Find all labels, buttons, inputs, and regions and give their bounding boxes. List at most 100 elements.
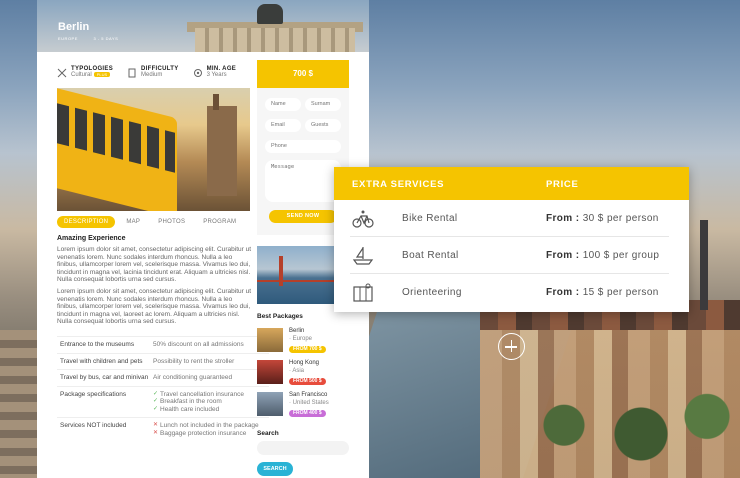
brandenburg-gate xyxy=(195,28,355,52)
church xyxy=(207,106,237,196)
tab-photos[interactable]: PHOTOS xyxy=(151,216,192,228)
plus-icon[interactable] xyxy=(498,333,525,360)
included-item: Health care included xyxy=(153,406,269,414)
included-item: Breakfast in the room xyxy=(153,398,269,406)
price-value: 100 $ per group xyxy=(582,250,660,261)
hero-region: EUROPE xyxy=(58,36,78,41)
message-field[interactable] xyxy=(265,160,341,202)
tour-page: Berlin EUROPE 3 - 5 DAYS TYPOLOGIES Cult… xyxy=(37,0,369,478)
spec-values: Lunch not included in the package Baggag… xyxy=(153,422,269,437)
meta-value-text: Cultural xyxy=(71,72,92,78)
table-row: Travel with children and pets Possibilit… xyxy=(57,352,269,370)
meta-typologies: TYPOLOGIES Cultural PLUS xyxy=(57,66,113,78)
package-city: Berlin xyxy=(289,328,305,334)
package-city: Hong Kong xyxy=(289,360,320,366)
golden-gate-photo[interactable] xyxy=(257,246,337,304)
service-name: Orienteering xyxy=(402,287,462,298)
guests-field[interactable] xyxy=(305,119,341,132)
difficulty-icon xyxy=(128,68,136,78)
package-thumb xyxy=(257,392,283,416)
service-price: From : 100 $ per group xyxy=(546,250,659,261)
spec-key: Entrance to the museums xyxy=(60,341,135,348)
description-heading: Amazing Experience xyxy=(57,235,126,242)
tab-description[interactable]: DESCRIPTION xyxy=(57,216,116,228)
plus-tag: PLUS xyxy=(93,72,111,77)
price-from: From : xyxy=(546,213,580,224)
package-country: · Asia xyxy=(289,368,305,374)
email-field[interactable] xyxy=(265,119,301,132)
package-item[interactable]: Hong Kong · Asia FROM 500 $ xyxy=(257,360,357,388)
spec-values: 50% discount on all admissions xyxy=(153,341,269,349)
table-row: Entrance to the museums 50% discount on … xyxy=(57,336,269,353)
table-row: Orienteering From : 15 $ per person xyxy=(334,274,689,311)
spec-value: 50% discount on all admissions xyxy=(153,341,244,348)
meta-min-age: MIN. AGE 3 Years xyxy=(193,66,237,78)
spec-values: Travel cancellation insurance Breakfast … xyxy=(153,391,269,414)
spec-values: Possibility to rent the stroller xyxy=(153,358,269,366)
tab-map[interactable]: MAP xyxy=(119,216,147,228)
package-city: San Francisco xyxy=(289,392,328,398)
typology-icon xyxy=(57,68,67,78)
description: Amazing Experience Lorem ipsum dolor sit… xyxy=(57,235,252,330)
package-item[interactable]: San Francisco · United States FROM 400 $ xyxy=(257,392,357,420)
column-header-services: EXTRA SERVICES xyxy=(352,179,445,190)
best-packages-title: Best Packages xyxy=(257,313,303,320)
table-row: Travel by bus, car and minivan Air condi… xyxy=(57,369,269,386)
send-now-button[interactable]: SEND NOW xyxy=(269,210,337,223)
tab-program[interactable]: PROGRAM xyxy=(196,216,243,228)
bike-icon xyxy=(352,210,374,228)
price-banner: 700 $ xyxy=(257,60,349,88)
quadriga xyxy=(257,4,283,24)
trees xyxy=(520,390,740,478)
page-title: Berlin xyxy=(58,21,90,33)
included-item: Travel cancellation insurance xyxy=(153,391,269,399)
service-price: From : 15 $ per person xyxy=(546,287,659,298)
price-value: 15 $ per person xyxy=(582,287,659,298)
spec-value: Air conditioning guaranteed xyxy=(153,374,233,381)
package-price-badge: FROM 500 $ xyxy=(289,378,326,385)
tour-tabs: DESCRIPTION MAP PHOTOS PROGRAM xyxy=(57,216,243,228)
package-item[interactable]: Berlin · Europe FROM 700 $ xyxy=(257,328,357,356)
hero-banner: Berlin EUROPE 3 - 5 DAYS xyxy=(37,0,369,52)
package-country-text: Asia xyxy=(292,368,305,374)
phone-field[interactable] xyxy=(265,140,341,153)
table-row: Package specifications Travel cancellati… xyxy=(57,385,269,418)
spec-table: Entrance to the museums 50% discount on … xyxy=(57,336,269,441)
package-thumb xyxy=(257,328,283,352)
left-city xyxy=(0,330,40,478)
package-country: · Europe xyxy=(289,336,313,342)
bridge-deck xyxy=(257,280,337,282)
spec-values: Air conditioning guaranteed xyxy=(153,374,269,382)
tour-meta: TYPOLOGIES Cultural PLUS DIFFICULTY Mediu… xyxy=(57,66,236,78)
package-price-badge: FROM 400 $ xyxy=(289,410,326,417)
package-country-text: Europe xyxy=(292,336,313,342)
table-row: Bike Rental From : 30 $ per person xyxy=(334,200,689,237)
church-spire xyxy=(213,94,219,110)
price-from: From : xyxy=(546,287,580,298)
surname-field[interactable] xyxy=(305,98,341,111)
price-value: 30 $ per person xyxy=(582,213,659,224)
spec-value: Possibility to rent the stroller xyxy=(153,357,235,365)
name-field[interactable] xyxy=(265,98,301,111)
table-row: Boat Rental From : 100 $ per group xyxy=(334,237,689,274)
meta-value: 3 Years xyxy=(206,72,227,78)
extra-services-header: EXTRA SERVICES PRICE xyxy=(334,167,689,200)
package-price-badge: FROM 700 $ xyxy=(289,346,326,353)
package-country: · United States xyxy=(289,400,329,406)
extra-services-table: EXTRA SERVICES PRICE Bike Rental From : … xyxy=(334,167,689,312)
tour-photo[interactable] xyxy=(57,88,250,211)
meta-difficulty: DIFFICULTY Medium xyxy=(127,66,179,78)
meta-value: Cultural PLUS xyxy=(71,72,113,78)
map-icon xyxy=(353,283,373,302)
search-input[interactable] xyxy=(257,441,349,455)
table-row: Services NOT included Lunch not included… xyxy=(57,417,269,441)
package-thumb xyxy=(257,360,283,384)
hero-duration: 3 - 5 DAYS xyxy=(93,36,119,41)
excluded-item: Baggage protection insurance xyxy=(153,430,269,438)
description-paragraph: Lorem ipsum dolor sit amet, consectetur … xyxy=(57,287,252,326)
price-from: From : xyxy=(546,250,580,261)
hero-subtitle: EUROPE 3 - 5 DAYS xyxy=(58,36,132,41)
spec-key: Travel with children and pets xyxy=(60,357,143,365)
spec-key: Package specifications xyxy=(60,390,127,398)
search-button[interactable]: SEARCH xyxy=(257,462,293,476)
